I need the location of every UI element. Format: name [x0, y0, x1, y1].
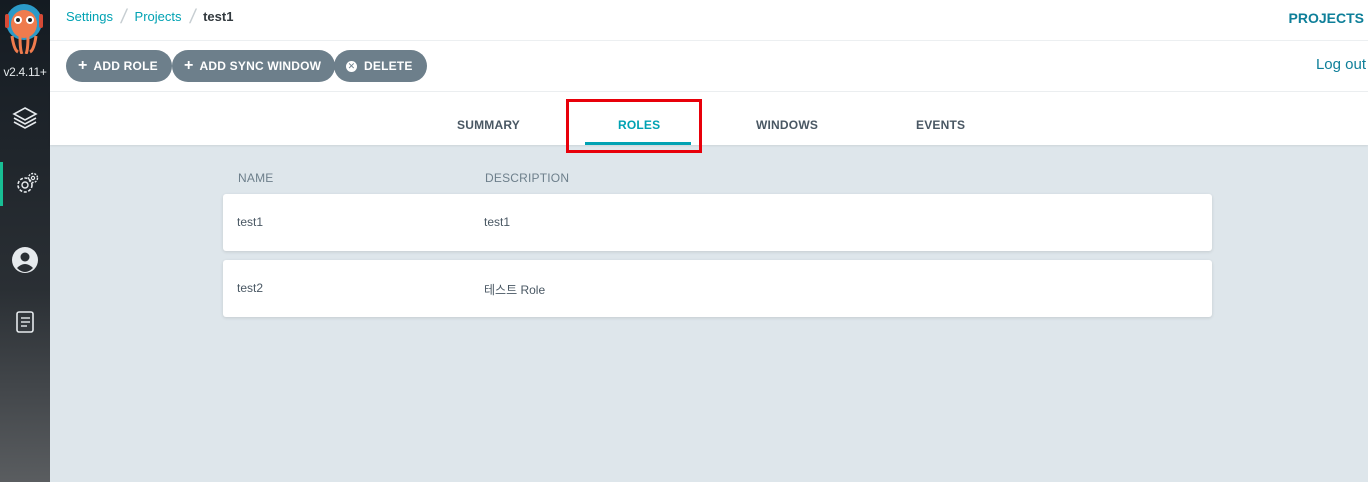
close-circle-icon: ✕	[346, 60, 357, 72]
add-role-button[interactable]: + ADD ROLE	[66, 50, 172, 82]
sidebar-item-documentation[interactable]	[0, 300, 50, 344]
layers-icon	[12, 107, 38, 129]
role-name: test1	[237, 215, 264, 229]
version-label: v2.4.11+	[3, 65, 47, 79]
role-name: test2	[237, 281, 264, 295]
table-row[interactable]: test2 테스트 Role	[223, 260, 1212, 317]
projects-link[interactable]: PROJECTS	[1289, 10, 1364, 26]
book-icon	[16, 311, 34, 333]
sidebar-item-user-info[interactable]	[0, 238, 50, 282]
sidebar-item-settings[interactable]	[0, 162, 50, 206]
argo-logo-icon[interactable]	[2, 2, 46, 55]
breadcrumb-settings[interactable]: Settings	[66, 9, 113, 24]
tab-bar: SUMMARY ROLES WINDOWS EVENTS	[50, 92, 1368, 145]
sidebar-item-applications[interactable]	[0, 96, 50, 140]
logout-link[interactable]: Log out	[1316, 56, 1366, 73]
top-bar: Settings / Projects / test1 PROJECTS	[50, 0, 1368, 41]
tab-events[interactable]: EVENTS	[916, 118, 965, 132]
column-header-name: NAME	[238, 171, 274, 185]
user-circle-icon	[12, 247, 38, 273]
plus-icon: +	[78, 57, 88, 74]
gear-icon	[16, 172, 38, 193]
breadcrumb-separator: /	[119, 5, 129, 28]
role-description: test1	[484, 215, 511, 229]
column-header-description: DESCRIPTION	[485, 171, 570, 185]
tab-windows[interactable]: WINDOWS	[756, 118, 818, 132]
table-row[interactable]: test1 test1	[223, 194, 1212, 251]
tab-summary[interactable]: SUMMARY	[457, 118, 520, 132]
breadcrumb-projects[interactable]: Projects	[135, 9, 182, 24]
breadcrumb: Settings / Projects / test1	[66, 5, 234, 28]
delete-button[interactable]: ✕ DELETE	[334, 50, 427, 82]
breadcrumb-current: test1	[203, 9, 234, 24]
sidebar: v2.4.11+	[0, 0, 50, 482]
add-sync-window-button[interactable]: + ADD SYNC WINDOW	[172, 50, 336, 82]
highlight-annotation	[566, 99, 702, 153]
breadcrumb-separator: /	[187, 5, 198, 28]
action-bar: + ADD ROLE + ADD SYNC WINDOW ✕ DELETE Lo…	[50, 41, 1368, 92]
plus-icon: +	[184, 57, 194, 74]
role-description: 테스트 Role	[484, 283, 546, 297]
